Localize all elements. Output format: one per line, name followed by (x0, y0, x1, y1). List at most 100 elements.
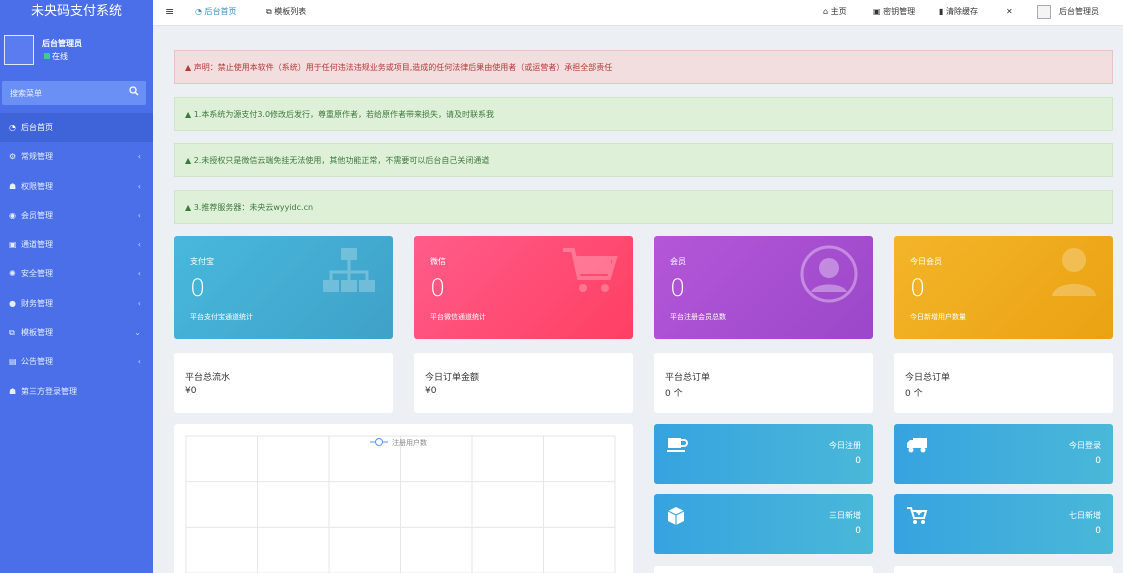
sidebar-item-label: 权限管理 (21, 181, 53, 191)
group-icon: ☗ (9, 386, 17, 396)
mini-value: 0 (855, 456, 861, 466)
sidebar-item-templates[interactable]: ⧉ 模板管理 ⌄ (0, 318, 153, 347)
mini-label: 七日新增 (1069, 511, 1101, 520)
sidebar-item-dashboard[interactable]: ◔ 后台首页 (0, 113, 153, 143)
admin-avatar[interactable] (1037, 5, 1051, 19)
panel-stub (894, 566, 1113, 573)
card-title: 今日会员 (910, 257, 942, 266)
home-icon: ⌂ (823, 7, 831, 16)
cogs-icon: ⚙ (9, 152, 17, 162)
sidebar-search (2, 81, 146, 105)
online-status-icon (44, 53, 50, 59)
cart-plus-icon (906, 506, 928, 529)
sidebar-item-label: 安全管理 (21, 269, 53, 279)
card-title: 支付宝 (190, 257, 214, 266)
stat-total-flow: 平台总流水 ¥0 (174, 353, 393, 413)
mini-three-day-new: 三日新增 0 (654, 494, 873, 554)
stat-today-amount: 今日订单金额 ¥0 (414, 353, 633, 413)
mini-label: 三日新增 (829, 511, 861, 520)
card-desc: 平台微信通道统计 (430, 313, 486, 321)
card-alipay: 支付宝 0 平台支付宝通道统计 (174, 236, 393, 339)
mini-today-login: 今日登录 0 (894, 424, 1113, 484)
mini-seven-day-new: 七日新增 0 (894, 494, 1113, 554)
mini-label: 今日登录 (1069, 441, 1101, 450)
legend-marker (375, 438, 383, 446)
sidebar-item-label: 公告管理 (21, 357, 53, 367)
alert-notice-3: ▲ 3.推荐服务器：未央云wyyidc.cn (174, 190, 1113, 224)
dashboard-icon: ◔ (9, 123, 16, 132)
sidebar-item-label: 模板管理 (21, 328, 53, 338)
avatar (4, 35, 34, 65)
clear-cache-link[interactable]: ▮ 清除缓存 (939, 0, 978, 26)
chevron-left-icon: ‹ (137, 152, 141, 162)
hamburger-menu-icon[interactable]: ≡ (165, 0, 174, 26)
sidebar: 未央码支付系统 后台管理员 在线 ◔ 后台首页 ⚙ 常规管理 ‹ ☗ 权限管理 ‹ ◉ 会员… (0, 0, 153, 573)
card-members: 会员 0 平台注册会员总数 (654, 236, 873, 339)
panel-stub (654, 566, 873, 573)
stat-value: 0 个 (905, 389, 923, 399)
chevron-left-icon: ‹ (137, 269, 141, 279)
tab-label: 后台首页 (204, 7, 237, 16)
card-wechat: 微信 0 平台微信通道统计 (414, 236, 633, 339)
alert-notice-1: ▲ 1.本系统为源支付3.0修改后发行，尊重原作者，若给原作者带来损失，请及时联… (174, 97, 1113, 131)
sidebar-item-notices[interactable]: ▤ 公告管理 ‹ (0, 347, 153, 376)
sidebar-item-members[interactable]: ◉ 会员管理 ‹ (0, 201, 153, 230)
home-link[interactable]: ⌂ 主页 (823, 0, 847, 26)
sidebar-item-permission[interactable]: ☗ 权限管理 ‹ (0, 172, 153, 201)
finance-icon: ● (9, 298, 16, 308)
chevron-left-icon: ‹ (137, 357, 141, 367)
channel-icon: ▣ (9, 240, 17, 250)
top-navbar: ≡ ◔ 后台首页 ⧉ 模板列表 ⌂ 主页 ▣ 密钥管理 ▮ 清除缓存 ✕ 后台管… (153, 0, 1123, 26)
home-label: 主页 (830, 7, 847, 16)
sidebar-item-channels[interactable]: ▣ 通道管理 ‹ (0, 230, 153, 259)
stat-label: 平台总订单 (665, 373, 711, 383)
stat-today-orders: 今日总订单 0 个 (894, 353, 1113, 413)
coffee-icon (666, 436, 688, 457)
card-title: 会员 (670, 257, 686, 266)
fullscreen-icon[interactable]: ✕ (1006, 0, 1013, 26)
stat-label: 今日订单金额 (425, 373, 480, 383)
notice-icon: ▤ (9, 357, 17, 367)
chart-grid (185, 435, 616, 573)
stat-value: 0 个 (665, 389, 683, 399)
chevron-left-icon: ‹ (137, 181, 141, 191)
sidebar-item-label: 第三方登录管理 (21, 386, 77, 396)
user-name: 后台管理员 (42, 39, 82, 48)
tab-dashboard[interactable]: ◔ 后台首页 (195, 0, 237, 26)
secret-link[interactable]: ▣ 密钥管理 (873, 0, 915, 26)
sidebar-item-general[interactable]: ⚙ 常规管理 ‹ (0, 142, 153, 171)
mini-label: 今日注册 (829, 441, 861, 450)
chevron-down-icon: ⌄ (134, 328, 141, 338)
card-today-members: 今日会员 0 今日新增用户数量 (894, 236, 1113, 339)
template-icon: ⧉ (9, 328, 15, 338)
group-icon: ☗ (9, 181, 17, 191)
card-value: 0 (910, 274, 926, 302)
stat-label: 平台总流水 (185, 373, 231, 383)
sidebar-item-third-party-login[interactable]: ☗ 第三方登录管理 (0, 377, 153, 406)
sidebar-item-label: 后台首页 (21, 123, 53, 132)
registration-chart: 注册用户数 (185, 435, 616, 573)
brand-title[interactable]: 未央码支付系统 (0, 0, 153, 26)
sidebar-item-label: 财务管理 (21, 298, 53, 308)
user-panel: 后台管理员 在线 (0, 26, 153, 78)
alert-notice-2: ▲ 2.未授权只是微信云端免挂无法使用，其他功能正常，不需要可以后台自己关闭通道 (174, 143, 1113, 177)
card-value: 0 (670, 274, 686, 302)
gear-icon: ✺ (9, 269, 16, 279)
secret-label: 密钥管理 (883, 7, 916, 16)
search-input[interactable] (10, 87, 120, 99)
chevron-left-icon: ‹ (137, 210, 141, 220)
sidebar-item-finance[interactable]: ● 财务管理 ‹ (0, 289, 153, 318)
trash-icon: ▮ (939, 7, 946, 16)
sidebar-item-security[interactable]: ✺ 安全管理 ‹ (0, 259, 153, 288)
card-desc: 平台支付宝通道统计 (190, 313, 253, 321)
tab-templates[interactable]: ⧉ 模板列表 (266, 0, 306, 26)
stat-value: ¥0 (425, 386, 437, 396)
admin-menu[interactable]: 后台管理员 (1059, 0, 1099, 26)
dashboard-icon: ◔ (195, 7, 205, 16)
user-circle-icon (799, 244, 859, 307)
card-desc: 今日新增用户数量 (910, 313, 966, 321)
search-icon[interactable] (128, 86, 140, 99)
stat-value: ¥0 (185, 386, 197, 396)
user-icon (1049, 244, 1099, 302)
legend-label: 注册用户数 (392, 438, 427, 447)
